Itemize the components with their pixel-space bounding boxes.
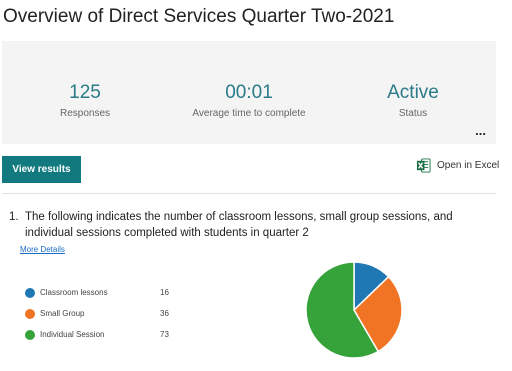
stat-average-time: 00:01 Average time to complete [169, 81, 329, 119]
status-label: Status [398, 108, 428, 119]
open-in-excel-label: Open in Excel [437, 160, 500, 171]
legend-item-individual-session: Individual Session 73 [25, 324, 185, 345]
legend-label: Small Group [40, 309, 85, 318]
legend-count: 16 [160, 288, 169, 297]
chart-legend: Classroom lessons 16 Small Group 36 Indi… [25, 282, 185, 345]
legend-item-small-group: Small Group 36 [25, 303, 185, 324]
view-results-button[interactable]: View results [2, 156, 81, 183]
question-1: 1. The following indicates the number of… [9, 209, 496, 241]
responses-label: Responses [59, 108, 111, 119]
average-time-value: 00:01 [225, 82, 273, 103]
average-time-label: Average time to complete [192, 108, 306, 119]
legend-swatch [25, 329, 35, 340]
legend-label: Classroom lessons [40, 288, 108, 297]
legend-count: 73 [160, 330, 169, 339]
legend-swatch [25, 308, 35, 319]
stat-responses: 125 Responses [5, 81, 165, 119]
responses-value: 125 [69, 82, 101, 103]
legend-label: Individual Session [40, 330, 105, 339]
excel-icon [416, 158, 431, 173]
question-number: 1. [9, 211, 19, 223]
more-details-link[interactable]: More Details [20, 245, 65, 254]
open-in-excel-link[interactable]: Open in Excel [416, 158, 499, 173]
status-value: Active [387, 82, 439, 103]
more-options-icon[interactable]: ... [475, 124, 486, 137]
question-text: The following indicates the number of cl… [25, 211, 453, 239]
section-divider [2, 193, 496, 194]
legend-item-classroom-lessons: Classroom lessons 16 [25, 282, 185, 303]
pie-chart [306, 261, 403, 359]
legend-swatch [25, 287, 35, 298]
stat-status: Active Status [333, 81, 493, 119]
summary-card: 125 Responses 00:01 Average time to comp… [2, 41, 496, 144]
page-title: Overview of Direct Services Quarter Two-… [3, 6, 395, 27]
legend-count: 36 [160, 309, 169, 318]
